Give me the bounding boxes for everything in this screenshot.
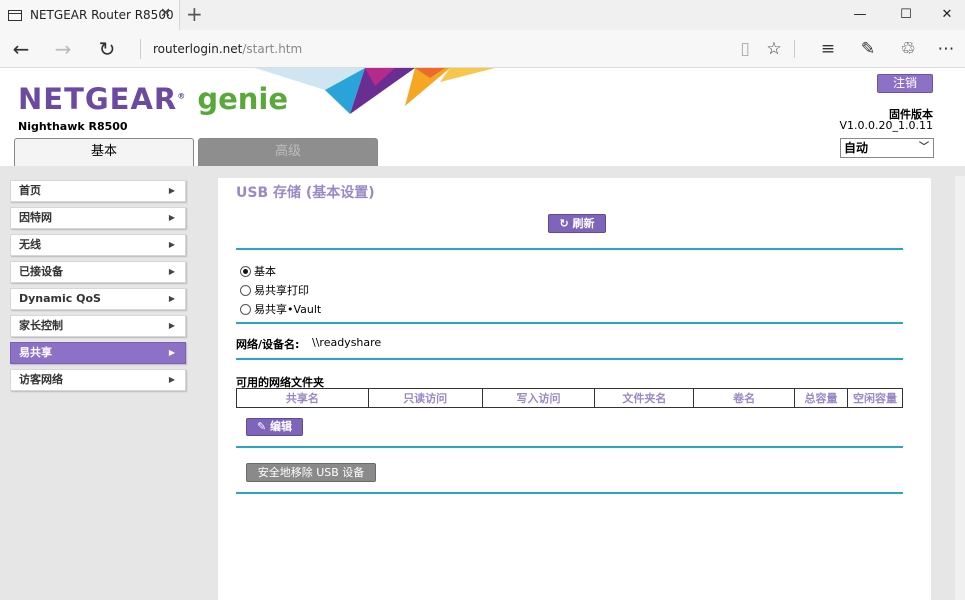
refresh-label: 刷新	[572, 217, 595, 230]
language-select[interactable]: 自动 ﹀	[840, 138, 934, 158]
browser-tab[interactable]: NETGEAR Router R8500 ✕	[0, 0, 180, 30]
firmware-version: V1.0.0.20_1.0.11	[839, 119, 934, 132]
forward-button[interactable]: →	[46, 30, 80, 68]
column-header: 总容量	[794, 388, 849, 408]
sidebar-item-parental-controls[interactable]: 家长控制 ▶	[10, 315, 186, 337]
logout-button[interactable]: 注销	[877, 74, 933, 93]
sidebar-item-readyshare[interactable]: 易共享 ▶	[10, 342, 186, 364]
folders-table: 共享名 只读访问 写入访问 文件夹名 卷名 总容量 空闲容量	[236, 388, 903, 408]
router-model: Nighthawk R8500	[18, 120, 128, 133]
sidebar-item-guest-network[interactable]: 访客网络 ▶	[10, 369, 186, 391]
url-host: routerlogin.net	[153, 42, 243, 56]
browser-tab-bar: NETGEAR Router R8500 ✕ + — ☐ ✕	[0, 0, 965, 30]
column-header: 只读访问	[367, 388, 483, 408]
share-icon[interactable]: ♲	[893, 30, 923, 68]
pencil-icon: ✎	[256, 420, 271, 433]
minimize-button[interactable]: —	[842, 0, 878, 30]
radio-label: 易共享•Vault	[254, 303, 322, 316]
back-button[interactable]: ←	[4, 30, 38, 68]
tab-advanced[interactable]: 高级	[198, 138, 378, 166]
device-name-label: 网络/设备名:	[236, 338, 300, 351]
divider	[236, 358, 903, 360]
sidebar-item-dynamic-qos[interactable]: Dynamic QoS ▶	[10, 288, 186, 310]
url-field[interactable]: routerlogin.net/start.htm	[140, 39, 302, 59]
address-bar: ← → ↻ routerlogin.net/start.htm ▯ ☆ ≡ ✎ …	[0, 30, 965, 68]
edit-button[interactable]: ✎ 编辑	[246, 418, 303, 436]
sidebar-item-label: 已接设备	[19, 265, 63, 278]
tab-basic[interactable]: 基本	[14, 138, 194, 166]
radio-label: 易共享打印	[254, 284, 309, 297]
chevron-right-icon: ▶	[168, 294, 175, 303]
more-icon[interactable]: ⋯	[931, 30, 961, 68]
sidebar-item-label: 家长控制	[19, 319, 63, 332]
divider	[236, 446, 903, 448]
mode-vault-option[interactable]: 易共享•Vault	[240, 301, 321, 317]
page-body: 首页 ▶ 因特网 ▶ 无线 ▶ 已接设备 ▶ Dynamic QoS ▶ 家长控制 ▶ 易共…	[0, 166, 965, 600]
chevron-right-icon: ▶	[168, 348, 175, 357]
refresh-button[interactable]: ↻ 刷新	[548, 214, 606, 233]
sidebar-item-label: Dynamic QoS	[19, 292, 101, 305]
chevron-right-icon: ▶	[168, 375, 175, 384]
browser-tab-title: NETGEAR Router R8500	[30, 8, 174, 22]
sidebar-item-label: 因特网	[19, 211, 52, 224]
divider	[236, 492, 903, 494]
column-header: 文件夹名	[594, 388, 695, 408]
decorative-triangles	[255, 68, 495, 114]
radio-button[interactable]	[240, 284, 251, 296]
column-header: 写入访问	[481, 388, 596, 408]
radio-button[interactable]	[240, 265, 251, 277]
sidebar-item-attached-devices[interactable]: 已接设备 ▶	[10, 261, 186, 283]
chevron-right-icon: ▶	[168, 213, 175, 222]
mode-print-option[interactable]: 易共享打印	[240, 282, 309, 298]
refresh-icon: ↻	[559, 217, 573, 230]
toolbar-divider	[794, 40, 795, 58]
sidebar-item-label: 无线	[19, 238, 41, 251]
brand-name: NETGEAR	[18, 82, 178, 116]
netgear-genie-logo: NETGEAR® genie	[18, 82, 289, 116]
radio-label: 基本	[254, 265, 276, 278]
language-selected: 自动	[844, 141, 869, 155]
tab-close-icon[interactable]: ✕	[160, 6, 171, 21]
radio-button[interactable]	[240, 303, 251, 315]
sidebar-item-wireless[interactable]: 无线 ▶	[10, 234, 186, 256]
safe-remove-usb-button[interactable]: 安全地移除 USB 设备	[246, 463, 376, 482]
sidebar-item-label: 首页	[19, 184, 41, 197]
chevron-right-icon: ▶	[168, 240, 175, 249]
device-name-value: \\readyshare	[312, 336, 382, 349]
page-title: USB 存储 (基本设置)	[236, 185, 375, 201]
divider	[236, 322, 903, 324]
chevron-right-icon: ▶	[168, 186, 175, 195]
sidebar-item-home[interactable]: 首页 ▶	[10, 180, 186, 202]
chevron-down-icon: ﹀	[919, 142, 929, 153]
url-path: /start.htm	[242, 42, 303, 56]
mode-basic-option[interactable]: 基本	[240, 263, 276, 279]
sidebar-item-label: 访客网络	[19, 373, 63, 386]
table-header-row: 共享名 只读访问 写入访问 文件夹名 卷名 总容量 空闲容量	[236, 388, 903, 408]
reading-view-icon[interactable]: ▯	[730, 30, 760, 68]
column-header: 空闲容量	[847, 388, 903, 408]
chevron-right-icon: ▶	[168, 321, 175, 330]
sidebar-menu: 首页 ▶ 因特网 ▶ 无线 ▶ 已接设备 ▶ Dynamic QoS ▶ 家长控制 ▶ 易共…	[10, 180, 188, 396]
page-edge	[955, 176, 965, 600]
sidebar-item-label: 易共享	[19, 346, 52, 359]
maximize-button[interactable]: ☐	[888, 0, 924, 30]
column-header: 卷名	[693, 388, 796, 408]
reload-button[interactable]: ↻	[90, 30, 124, 68]
close-button[interactable]: ✕	[929, 0, 965, 30]
main-panel: USB 存储 (基本设置) ↻ 刷新 基本 易共享打印 易共享•Vault 网络…	[218, 178, 931, 600]
chevron-right-icon: ▶	[168, 267, 175, 276]
sidebar-item-internet[interactable]: 因特网 ▶	[10, 207, 186, 229]
router-header: NETGEAR® genie Nighthawk R8500 注销 固件版本 V…	[0, 68, 965, 166]
favorite-star-icon[interactable]: ☆	[759, 30, 789, 68]
web-note-icon[interactable]: ✎	[853, 30, 883, 68]
hub-icon[interactable]: ≡	[813, 30, 843, 68]
divider	[236, 248, 903, 250]
new-tab-button[interactable]: +	[186, 3, 203, 25]
page-icon	[8, 9, 22, 21]
column-header: 共享名	[236, 388, 369, 408]
edit-label: 编辑	[270, 420, 293, 433]
